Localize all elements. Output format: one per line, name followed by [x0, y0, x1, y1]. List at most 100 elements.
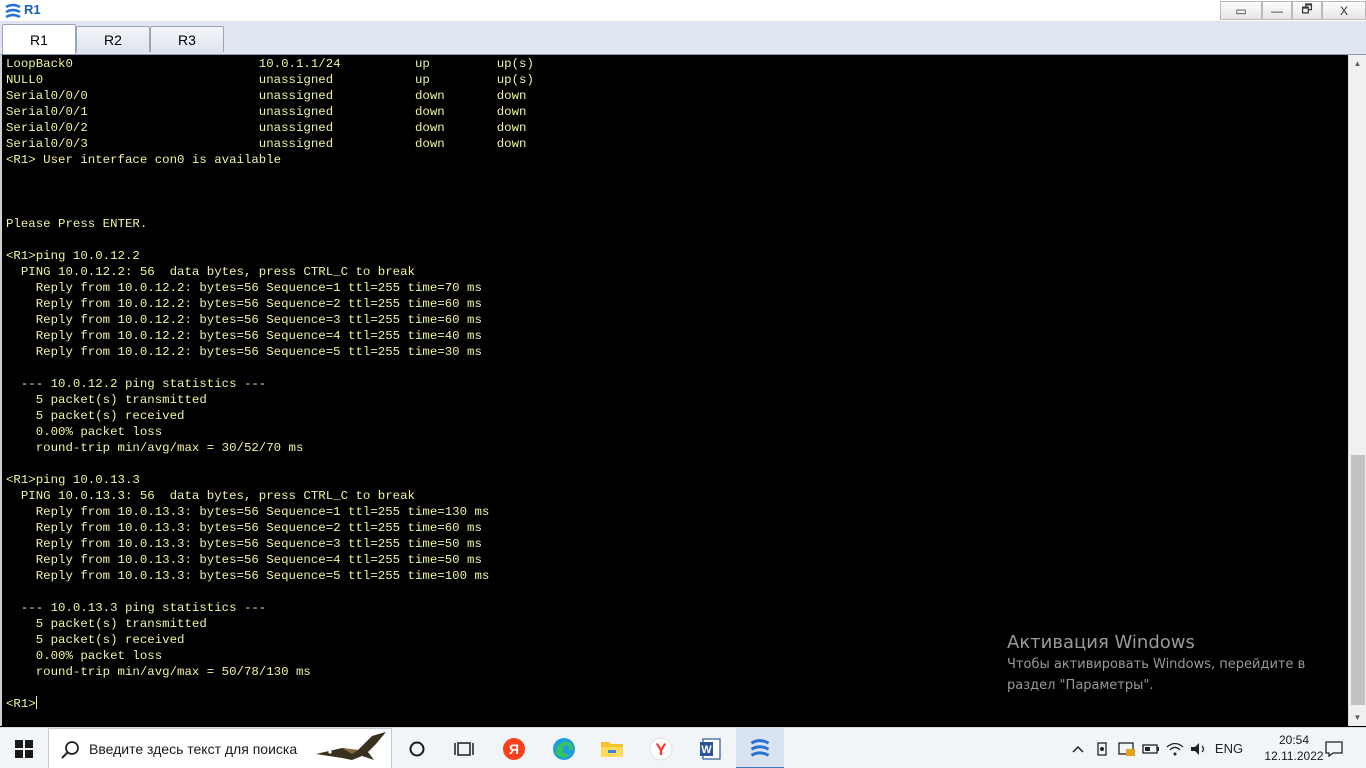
scroll-up-arrow-icon[interactable]: ▲: [1349, 55, 1366, 72]
tab-label: R1: [30, 31, 48, 48]
console-line: round-trip min/avg/max = 50/78/130 ms: [6, 665, 311, 679]
console-line: Reply from 10.0.12.2: bytes=56 Sequence=…: [6, 281, 482, 295]
console-line: 0.00% packet loss: [6, 649, 163, 663]
tray-device-button[interactable]: [1092, 728, 1112, 768]
svg-text:Y: Y: [655, 740, 667, 759]
tab-r1[interactable]: R1: [2, 24, 76, 54]
word-app-button[interactable]: W: [686, 728, 734, 768]
restore-alt-button[interactable]: ▭: [1220, 1, 1262, 20]
ensp-app-button[interactable]: [736, 728, 784, 768]
console-line: Reply from 10.0.12.2: bytes=56 Sequence=…: [6, 345, 482, 359]
text-cursor: [35, 696, 37, 709]
console-line: round-trip min/avg/max = 30/52/70 ms: [6, 441, 304, 455]
clock-date: 12.11.2022: [1264, 749, 1324, 763]
tab-label: R2: [104, 31, 122, 48]
console-line: Serial0/0/2 unassigned down down: [6, 121, 527, 135]
console-line: Reply from 10.0.13.3: bytes=56 Sequence=…: [6, 521, 482, 535]
activation-line-1: Чтобы активировать Windows, перейдите в: [1007, 657, 1306, 672]
close-button[interactable]: X: [1322, 1, 1366, 20]
volume-icon: [1191, 742, 1205, 755]
console-line: Please Press ENTER.: [6, 217, 148, 231]
window-title: R1: [24, 2, 41, 17]
console-line: PING 10.0.13.3: 56 data bytes, press CTR…: [6, 489, 415, 503]
notifications-button[interactable]: [1322, 728, 1346, 768]
console-line: Reply from 10.0.12.2: bytes=56 Sequence=…: [6, 297, 482, 311]
window-titlebar: R1 ▭ — 🗗 X: [0, 0, 1366, 22]
tab-r3[interactable]: R3: [150, 26, 224, 52]
console-line: NULL0 unassigned up up(s): [6, 73, 534, 87]
word-icon: W: [700, 737, 721, 760]
start-button[interactable]: [0, 728, 48, 768]
wifi-icon: [1166, 742, 1184, 755]
restore-alt-icon: ▭: [1235, 3, 1247, 18]
console-line: 5 packet(s) transmitted: [6, 393, 207, 407]
console-line: Reply from 10.0.12.2: bytes=56 Sequence=…: [6, 313, 482, 327]
console-line: <R1>ping 10.0.13.3: [6, 473, 140, 487]
tray-network-status-button[interactable]: [1116, 728, 1138, 768]
console-line: 5 packet(s) transmitted: [6, 617, 207, 631]
console-line: PING 10.0.12.2: 56 data bytes, press CTR…: [6, 265, 415, 279]
yandex-icon: Я: [503, 737, 525, 760]
cortana-icon: [409, 741, 425, 756]
edge-app-button[interactable]: [540, 728, 588, 768]
language-indicator[interactable]: ENG: [1212, 728, 1246, 768]
windows-logo-icon: [15, 739, 33, 758]
minimize-icon: —: [1271, 3, 1283, 18]
search-highlight-bird-icon[interactable]: [312, 730, 390, 768]
console-line: Serial0/0/1 unassigned down down: [6, 105, 527, 119]
svg-text:W: W: [701, 744, 712, 756]
console-line: --- 10.0.13.3 ping statistics ---: [6, 601, 267, 615]
tab-r2[interactable]: R2: [76, 26, 150, 52]
console-line: 5 packet(s) received: [6, 409, 185, 423]
app-icon: [5, 3, 21, 19]
console-line: Serial0/0/3 unassigned down down: [6, 137, 527, 151]
network-warning-icon: [1118, 741, 1135, 756]
notification-icon: [1325, 740, 1343, 757]
console-line: Reply from 10.0.13.3: bytes=56 Sequence=…: [6, 537, 482, 551]
language-label: ENG: [1214, 741, 1244, 756]
scroll-thumb[interactable]: [1351, 455, 1365, 705]
show-hidden-icons-button[interactable]: [1068, 728, 1088, 768]
console-line: <R1>ping 10.0.12.2: [6, 249, 140, 263]
activation-title: Активация Windows: [1007, 632, 1195, 653]
taskbar-clock[interactable]: 20:54 12.11.2022: [1262, 732, 1326, 764]
file-explorer-button[interactable]: [588, 728, 636, 768]
activation-line-2: раздел "Параметры".: [1007, 678, 1154, 693]
wifi-button[interactable]: [1164, 728, 1186, 768]
console-line: <R1> User interface con0 is available: [6, 153, 282, 167]
console-line: --- 10.0.12.2 ping statistics ---: [6, 377, 267, 391]
search-icon: [61, 741, 79, 759]
console-line: Reply from 10.0.13.3: bytes=56 Sequence=…: [6, 553, 482, 567]
yandex-browser-button[interactable]: Y: [637, 728, 685, 768]
edge-icon: [553, 737, 575, 760]
maximize-button[interactable]: 🗗: [1292, 1, 1322, 20]
maximize-icon: 🗗: [1301, 2, 1313, 16]
file-explorer-icon: [601, 741, 623, 757]
cortana-button[interactable]: [393, 728, 441, 768]
battery-icon: [1142, 743, 1159, 754]
device-icon: [1097, 741, 1107, 756]
search-placeholder: Введите здесь текст для поиска: [89, 741, 298, 757]
task-view-button[interactable]: [440, 728, 488, 768]
console-line: Reply from 10.0.12.2: bytes=56 Sequence=…: [6, 329, 482, 343]
minimize-button[interactable]: —: [1262, 1, 1292, 20]
console-line: Reply from 10.0.13.3: bytes=56 Sequence=…: [6, 505, 490, 519]
volume-button[interactable]: [1188, 728, 1210, 768]
yandex-app-button[interactable]: Я: [490, 728, 538, 768]
chevron-up-icon: [1072, 745, 1084, 753]
console-output[interactable]: LoopBack0 10.0.1.1/24 up up(s) NULL0 unas…: [0, 55, 1348, 726]
console-line: LoopBack0 10.0.1.1/24 up up(s): [6, 57, 534, 71]
tab-label: R3: [178, 31, 196, 48]
taskbar: Введите здесь текст для поиска Я Y W ENG…: [0, 727, 1366, 768]
ensp-icon: [750, 738, 770, 757]
console-line: 5 packet(s) received: [6, 633, 185, 647]
clock-time: 20:54: [1278, 733, 1310, 747]
console-scrollbar[interactable]: ▲ ▼: [1348, 55, 1366, 726]
console-line: Serial0/0/0 unassigned down down: [6, 89, 527, 103]
close-icon: X: [1339, 3, 1348, 18]
tab-strip: R1 R2 R3: [0, 22, 1366, 55]
console-line: 0.00% packet loss: [6, 425, 163, 439]
scroll-down-arrow-icon[interactable]: ▼: [1349, 709, 1366, 726]
console-line: Reply from 10.0.13.3: bytes=56 Sequence=…: [6, 569, 490, 583]
battery-button[interactable]: [1140, 728, 1162, 768]
